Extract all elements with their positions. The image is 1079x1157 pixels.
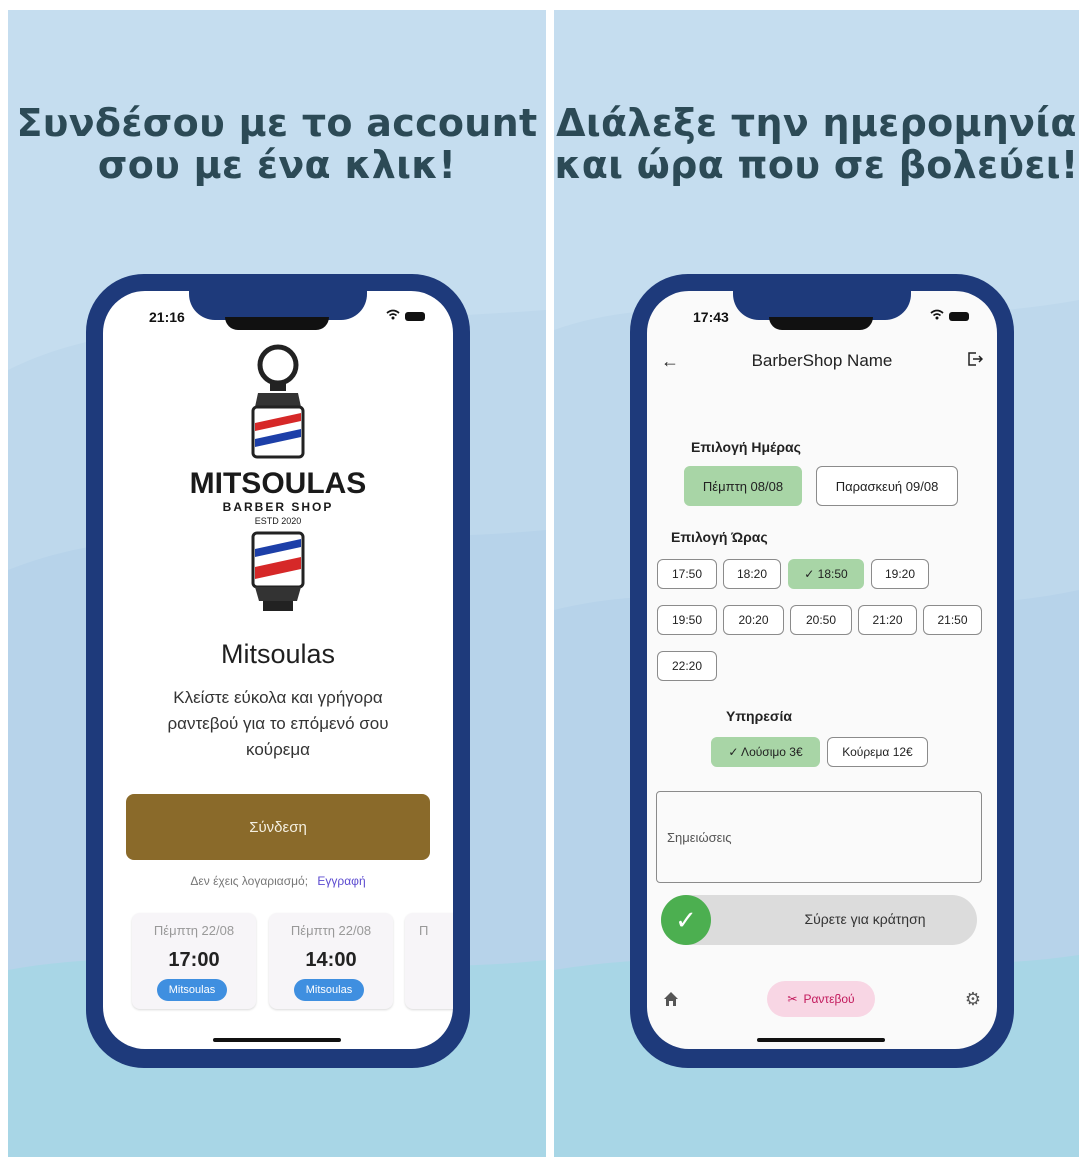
battery-icon — [405, 311, 425, 321]
settings-icon[interactable]: ⚙ — [965, 989, 981, 1010]
headline-line-1: Διάλεξε την ημερομηνία — [556, 101, 1077, 145]
service-section-title: Υπηρεσία — [726, 708, 792, 724]
camera — [769, 317, 873, 330]
home-indicator — [757, 1038, 885, 1042]
time-chip[interactable]: 21:50 — [923, 605, 982, 635]
notes-placeholder: Σημειώσεις — [667, 830, 732, 845]
time-chip[interactable]: 18:20 — [723, 559, 781, 589]
service-chip[interactable]: ✓ Λούσιμο 3€ — [711, 737, 820, 767]
nav-appointments[interactable]: ✂ Ραντεβού — [767, 981, 875, 1017]
time-chip[interactable]: 19:50 — [657, 605, 717, 635]
time-chip[interactable]: 22:20 — [657, 651, 717, 681]
appointment-shop-badge: Mitsoulas — [294, 979, 364, 1001]
day-chip[interactable]: Πέμπτη 08/08 — [684, 466, 802, 506]
appointment-time: 17:00 — [168, 949, 220, 971]
login-button[interactable]: Σύνδεση — [126, 794, 430, 860]
time-chip[interactable]: 21:20 — [858, 605, 917, 635]
status-icons — [930, 309, 969, 323]
right-panel: Διάλεξε την ημερομηνία και ώρα που σε βο… — [554, 10, 1079, 1157]
phone-screen: 21:16 MITSOULAS BARBER SHOP ESTD 2020 Mi… — [103, 291, 453, 1049]
wifi-icon — [930, 309, 944, 323]
appointment-shop-badge: Mitsoulas — [157, 979, 227, 1001]
appointment-date: Πέμπτη 22/08 — [290, 923, 372, 938]
left-panel: Συνδέσου με το account σου με ένα κλικ! … — [8, 10, 546, 1157]
time-chip[interactable]: 17:50 — [657, 559, 717, 589]
phone-screen: 17:43 ← BarberShop Name Επιλογή Ημέρας Π… — [647, 291, 997, 1049]
home-indicator — [213, 1038, 341, 1042]
page-title: BarberShop Name — [751, 351, 893, 370]
status-time: 17:43 — [693, 309, 729, 325]
appointment-card[interactable]: Πέμπτη 22/08 17:00 Mitsoulas — [132, 913, 256, 1009]
shop-logo: MITSOULAS BARBER SHOP ESTD 2020 — [190, 344, 367, 611]
check-icon[interactable]: ✓ — [661, 895, 711, 945]
register-row: Δεν έχεις λογαριασμό; Εγγραφή — [103, 874, 453, 888]
slider-label: Σύρετε για κράτηση — [804, 911, 926, 927]
headline-line-2: σου με ένα κλικ! — [97, 143, 457, 187]
logo-sub: BARBER SHOP — [223, 500, 334, 514]
appointment-card[interactable]: Π — [405, 913, 453, 1009]
time-section-title: Επιλογή Ώρας — [671, 529, 768, 545]
time-chip[interactable]: 20:50 — [790, 605, 852, 635]
camera — [225, 317, 329, 330]
phone-frame: 21:16 MITSOULAS BARBER SHOP ESTD 2020 Mi… — [86, 274, 470, 1068]
nav-appointments-label: Ραντεβού — [803, 992, 855, 1006]
time-chip[interactable]: ✓ 18:50 — [788, 559, 864, 589]
description-line: Κλείστε εύκολα και γρήγορα — [173, 688, 383, 707]
logo-brand: MITSOULAS — [190, 467, 367, 500]
notes-field[interactable]: Σημειώσεις — [656, 791, 982, 883]
appointment-date: Πέμπτη 22/08 — [153, 923, 235, 938]
wifi-icon — [386, 309, 400, 323]
home-icon[interactable] — [663, 991, 679, 1012]
notch — [733, 291, 911, 320]
notch — [189, 291, 367, 320]
logo-estd: ESTD 2020 — [255, 516, 302, 526]
day-section-title: Επιλογή Ημέρας — [691, 439, 801, 455]
phone-frame: 17:43 ← BarberShop Name Επιλογή Ημέρας Π… — [630, 274, 1014, 1068]
battery-icon — [949, 311, 969, 321]
logo-wordmark: MITSOULAS BARBER SHOP ESTD 2020 — [190, 467, 367, 526]
status-time: 21:16 — [149, 309, 185, 325]
shop-name: Mitsoulas — [220, 639, 336, 669]
swipe-to-book-slider[interactable]: ✓ Σύρετε για κράτηση — [661, 895, 977, 945]
description-line: ραντεβού για το επόμενό σου — [167, 714, 389, 733]
register-prompt: Δεν έχεις λογαριασμό; — [190, 874, 309, 888]
bottom-nav: ✂ Ραντεβού ⚙ — [647, 981, 997, 1031]
headline: Συνδέσου με το account σου με ένα κλικ! — [8, 102, 546, 186]
shop-description: Κλείστε εύκολα και γρήγορα ραντεβού για … — [133, 685, 423, 763]
day-chip[interactable]: Παρασκευή 09/08 — [816, 466, 958, 506]
description-line: κούρεμα — [246, 740, 310, 759]
register-link[interactable]: Εγγραφή — [317, 874, 365, 888]
appointment-time: 14:00 — [305, 949, 357, 971]
headline-line-2: και ώρα που σε βολεύει! — [554, 143, 1079, 187]
appointment-date: Π — [419, 923, 429, 938]
headline-line-1: Συνδέσου με το account — [16, 101, 538, 145]
appointment-card[interactable]: Πέμπτη 22/08 14:00 Mitsoulas — [269, 913, 393, 1009]
service-chip[interactable]: Κούρεμα 12€ — [827, 737, 928, 767]
headline: Διάλεξε την ημερομηνία και ώρα που σε βο… — [554, 102, 1079, 186]
logout-icon[interactable] — [967, 351, 984, 372]
time-chip[interactable]: 20:20 — [723, 605, 784, 635]
scissors-icon: ✂ — [787, 992, 798, 1006]
time-chip[interactable]: 19:20 — [871, 559, 929, 589]
status-icons — [386, 309, 425, 323]
